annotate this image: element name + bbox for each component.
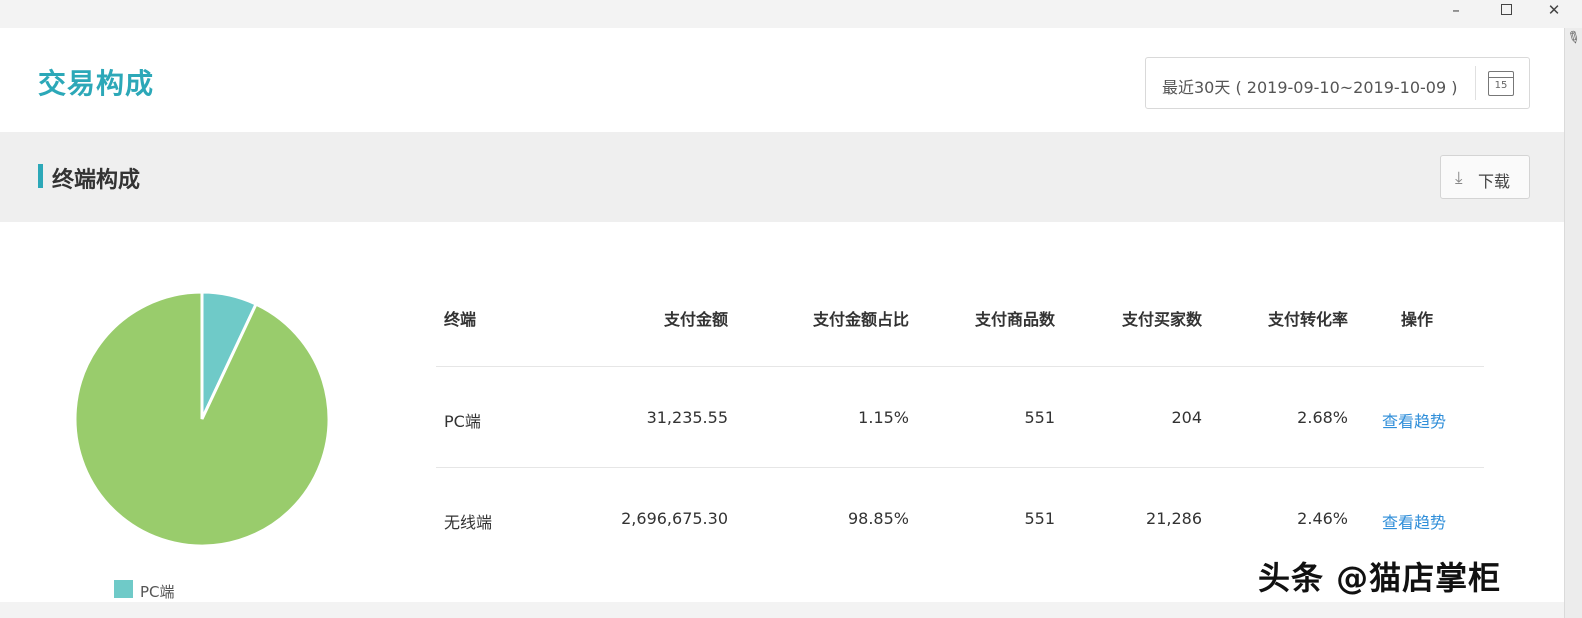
col-header-terminal: 终端 (444, 310, 477, 329)
watermark: 头条 @猫店掌柜 (1258, 559, 1502, 597)
terminal-pie-chart (73, 290, 331, 548)
cell-items: 551 (1024, 408, 1055, 427)
cell-buyers: 21,286 (1146, 509, 1202, 528)
maximize-icon (1500, 4, 1512, 15)
calendar-icon[interactable]: 15 (1488, 71, 1514, 96)
cell-conversion: 2.46% (1297, 509, 1348, 528)
pie-slice-1[interactable] (73, 290, 331, 548)
cell-conversion: 2.68% (1297, 408, 1348, 427)
page-title: 交易构成 (38, 67, 155, 100)
legend-swatch-pc[interactable] (114, 580, 133, 598)
window-titlebar: – ✕ (0, 0, 1582, 28)
section-header (0, 132, 1564, 222)
date-range-text: 最近30天 ( 2019-09-10~2019-10-09 ) (1162, 78, 1458, 97)
col-header-pay-share: 支付金额占比 (812, 310, 909, 329)
section-title: 终端构成 (52, 168, 141, 193)
scrollbar[interactable]: ✎ (1563, 25, 1582, 618)
legend-label-pc: PC端 (140, 583, 175, 601)
download-button[interactable]: ⤓ 下载 (1440, 155, 1530, 199)
maximize-button[interactable] (1486, 0, 1526, 22)
col-header-action: 操作 (1401, 310, 1434, 329)
cell-items: 551 (1024, 509, 1055, 528)
calendar-day: 15 (1494, 80, 1508, 91)
cell-pay-amount: 31,235.55 (646, 408, 728, 427)
date-divider (1475, 66, 1476, 100)
row-divider (436, 366, 1484, 367)
view-trend-link-wireless[interactable]: 查看趋势 (1382, 509, 1446, 533)
minimize-button[interactable]: – (1436, 0, 1476, 22)
date-range-picker[interactable]: 最近30天 ( 2019-09-10~2019-10-09 ) 15 (1145, 57, 1530, 109)
row-divider (436, 467, 1484, 468)
col-header-buyers: 支付买家数 (1121, 310, 1202, 329)
cell-buyers: 204 (1171, 408, 1202, 427)
close-button[interactable]: ✕ (1534, 0, 1574, 22)
col-header-conversion: 支付转化率 (1267, 310, 1348, 329)
cell-terminal: 无线端 (444, 513, 493, 532)
col-header-pay-amount: 支付金额 (663, 310, 728, 329)
cell-pay-share: 98.85% (847, 509, 909, 528)
cell-pay-share: 1.15% (858, 408, 909, 427)
col-header-items: 支付商品数 (974, 310, 1055, 329)
cell-pay-amount: 2,696,675.30 (621, 509, 728, 528)
view-trend-link-pc[interactable]: 查看趋势 (1382, 408, 1446, 432)
section-accent-bar (38, 164, 43, 188)
pie-svg (73, 290, 331, 548)
download-label: 下载 (1478, 172, 1511, 191)
download-icon: ⤓ (1455, 168, 1463, 188)
pencil-icon: ✎ (1563, 25, 1582, 50)
cell-terminal: PC端 (444, 412, 481, 431)
